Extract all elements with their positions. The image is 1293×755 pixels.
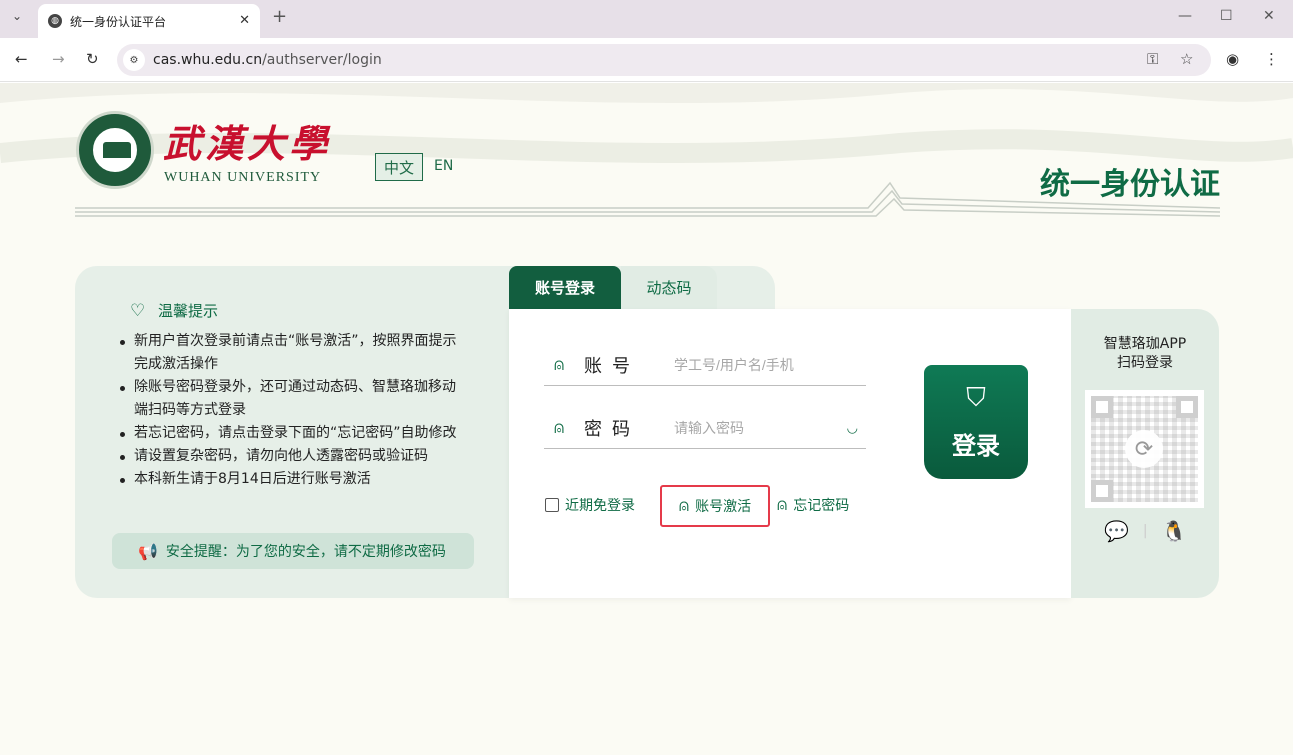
user-check-icon: ⍝: [678, 496, 690, 516]
close-icon[interactable]: ✕: [239, 13, 250, 28]
tip-item: 若忘记密码，请点击登录下面的“忘记密码”自助修改: [118, 422, 468, 445]
forgot-label: 忘记密码: [793, 498, 850, 514]
menu-icon[interactable]: ⋮: [1264, 50, 1279, 68]
eye-closed-icon[interactable]: ◡: [847, 421, 858, 436]
university-emblem-logo: [76, 111, 154, 189]
site-info-icon[interactable]: ⚙: [123, 49, 145, 71]
username-input[interactable]: [674, 356, 854, 373]
tip-item: 请设置复杂密码，请勿向他人透露密码或验证码: [118, 445, 468, 468]
tips-heading: ♡ 温馨提示: [130, 300, 218, 321]
safety-reminder: 📢 安全提醒：为了您的安全，请不定期修改密码: [112, 533, 474, 569]
profile-icon[interactable]: ◉: [1226, 50, 1239, 68]
tab-title: 统一身份认证平台: [70, 14, 167, 29]
back-icon[interactable]: ←: [15, 50, 28, 68]
tab-account-login[interactable]: 账号登录: [509, 266, 621, 309]
tips-list: 新用户首次登录前请点击“账号激活”，按照界面提示完成激活操作 除账号密码登录外，…: [118, 330, 468, 491]
window-close-icon[interactable]: ✕: [1263, 8, 1275, 24]
qr-title: 智慧珞珈APP 扫码登录: [1071, 335, 1219, 373]
password-input[interactable]: [674, 419, 854, 436]
forward-icon[interactable]: →: [52, 50, 65, 68]
plus-icon[interactable]: +: [272, 6, 287, 27]
remember-login-checkbox[interactable]: 近期免登录: [545, 495, 635, 515]
system-title: 统一身份认证: [1040, 167, 1220, 202]
address-bar[interactable]: ⚙ cas.whu.edu.cn/authserver/login ⚿ ☆: [117, 44, 1211, 76]
refresh-icon[interactable]: ⟳: [1125, 430, 1163, 468]
tab-dynamic-code[interactable]: 动态码: [621, 266, 717, 309]
wechat-icon[interactable]: 💬: [1104, 519, 1129, 543]
forgot-password-link[interactable]: ⍝ 忘记密码: [777, 495, 849, 515]
university-name-en: WUHAN UNIVERSITY: [164, 170, 322, 185]
browser-tab[interactable]: ◍ 统一身份认证平台 ✕: [38, 4, 260, 38]
key-icon[interactable]: ⚿: [1147, 50, 1158, 68]
qr-title-line2: 扫码登录: [1117, 355, 1173, 371]
user-question-icon: ⍝: [777, 495, 788, 515]
qr-title-line1: 智慧珞珈APP: [1103, 336, 1187, 352]
maximize-icon[interactable]: ☐: [1220, 8, 1233, 24]
browser-tab-strip: ⌄ ◍ 统一身份认证平台 ✕ + — ☐ ✕: [0, 0, 1293, 38]
tip-item: 除账号密码登录外，还可通过动态码、智慧珞珈移动端扫码等方式登录: [118, 376, 468, 422]
page: 武漢大學 WUHAN UNIVERSITY 中文 EN 统一身份认证 ♡ 温馨提…: [0, 83, 1293, 755]
checkbox-icon[interactable]: [545, 498, 559, 512]
activate-account-link[interactable]: ⍝ 账号激活: [660, 485, 770, 527]
url-text[interactable]: cas.whu.edu.cn/authserver/login: [153, 52, 382, 68]
browser-toolbar: ← → ↻ ⚙ cas.whu.edu.cn/authserver/login …: [0, 38, 1293, 82]
username-label: 账号: [584, 355, 640, 377]
shield-user-icon: ⛉: [966, 383, 986, 413]
remember-label: 近期免登录: [565, 498, 635, 514]
tab-list-icon[interactable]: ⌄: [12, 9, 22, 23]
password-label: 密码: [584, 418, 640, 440]
reload-icon[interactable]: ↻: [86, 50, 99, 68]
user-icon: ⍝: [554, 354, 565, 375]
activate-label: 账号激活: [695, 499, 752, 515]
university-name-cn: 武漢大學: [163, 121, 332, 166]
tip-item: 新用户首次登录前请点击“账号激活”，按照界面提示完成激活操作: [118, 330, 468, 376]
qr-code[interactable]: ⟳: [1085, 390, 1204, 508]
user-key-icon: ⍝: [554, 417, 565, 438]
tip-item: 本科新生请于8月14日后进行账号激活: [118, 468, 468, 491]
username-field[interactable]: ⍝ 账号: [544, 344, 866, 386]
qq-icon[interactable]: 🐧: [1162, 519, 1187, 543]
globe-icon: ◍: [48, 14, 62, 28]
password-field[interactable]: ⍝ 密码 ◡: [544, 407, 866, 449]
megaphone-icon: 📢: [138, 541, 158, 561]
heart-icon: ♡: [130, 300, 146, 321]
lang-zh-button[interactable]: 中文: [375, 153, 423, 181]
login-button[interactable]: ⛉ 登录: [924, 365, 1028, 479]
lang-en-button[interactable]: EN: [434, 158, 453, 174]
separator: |: [1142, 523, 1148, 539]
star-icon[interactable]: ☆: [1180, 50, 1193, 68]
third-party-login: 💬 | 🐧: [1104, 519, 1187, 543]
login-button-label: 登录: [952, 432, 1000, 460]
minimize-icon[interactable]: —: [1178, 8, 1192, 24]
tips-heading-text: 温馨提示: [158, 302, 219, 320]
safety-text: 安全提醒：为了您的安全，请不定期修改密码: [165, 544, 446, 560]
